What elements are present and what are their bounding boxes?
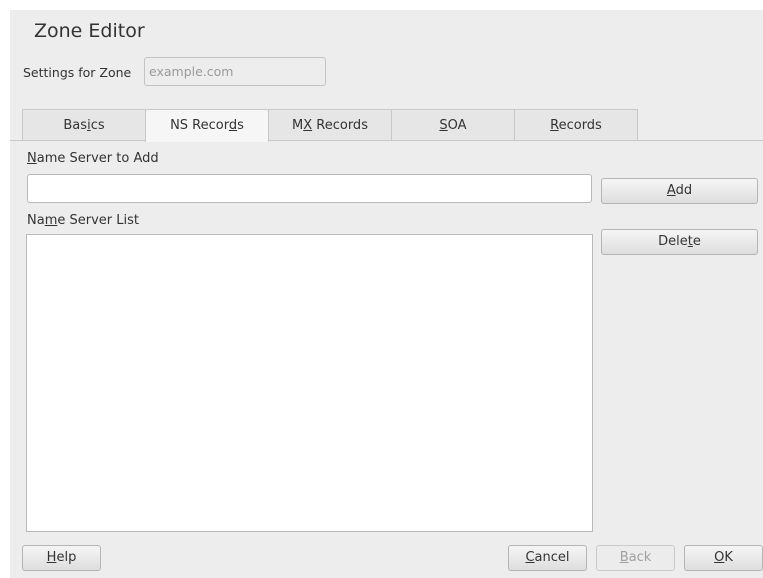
tab-basics[interactable]: Basics [22, 109, 146, 141]
tab-mx-records[interactable]: MX Records [268, 109, 392, 141]
tab-soa[interactable]: SOA [391, 109, 515, 141]
delete-button[interactable]: Delete [601, 229, 758, 255]
tab-bar: Basics NS Records MX Records SOA Records [22, 109, 638, 142]
name-server-list-label: Name Server List [27, 213, 139, 228]
name-server-input[interactable] [27, 174, 592, 203]
tab-ns-records[interactable]: NS Records [145, 109, 269, 142]
add-button[interactable]: Add [601, 178, 758, 204]
help-button[interactable]: Help [22, 545, 101, 571]
zone-name-field: example.com [144, 57, 326, 86]
page-title: Zone Editor [34, 20, 145, 42]
cancel-button[interactable]: Cancel [508, 545, 587, 571]
zone-label: Settings for Zone [23, 65, 132, 80]
name-server-to-add-label: Name Server to Add [27, 151, 159, 166]
back-button[interactable]: Back [596, 545, 675, 571]
tab-divider [10, 140, 763, 141]
tab-records[interactable]: Records [514, 109, 638, 141]
zone-editor-window: Zone Editor Settings for Zone example.co… [10, 10, 763, 578]
ok-button[interactable]: OK [684, 545, 763, 571]
name-server-list[interactable] [26, 234, 593, 532]
